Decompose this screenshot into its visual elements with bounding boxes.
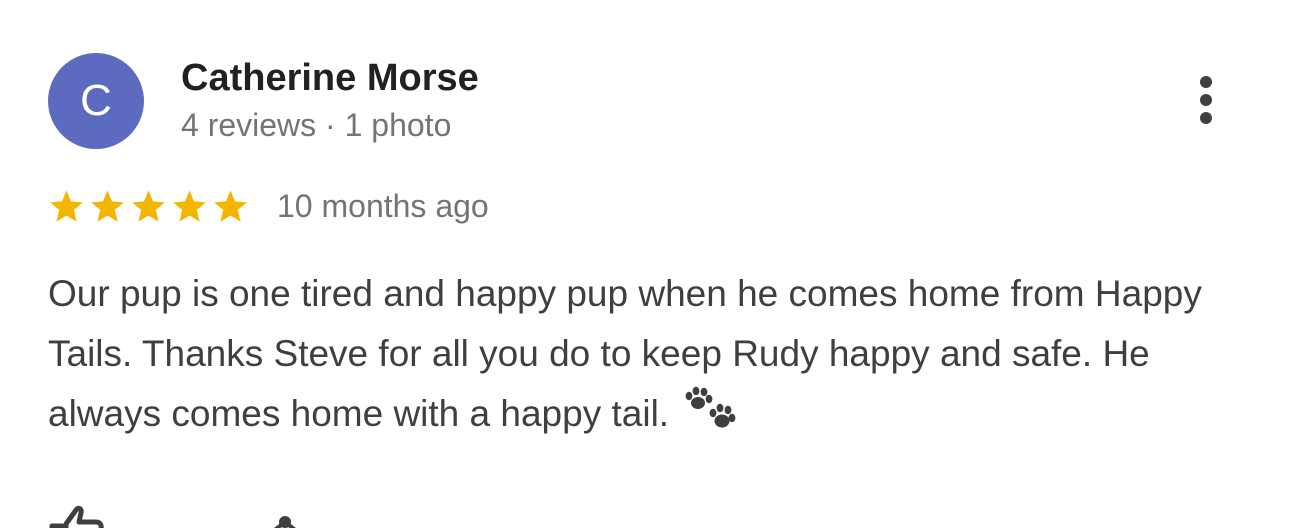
author-name[interactable]: Catherine Morse: [181, 56, 479, 100]
share-icon: [274, 516, 296, 528]
rating-row: 10 months ago: [48, 184, 489, 228]
more-options-button[interactable]: [1186, 70, 1226, 130]
like-button[interactable]: [48, 500, 108, 528]
review-text: Our pup is one tired and happy pup when …: [48, 264, 1258, 452]
more-vert-icon: [1200, 76, 1212, 124]
star-icon: [50, 189, 83, 222]
share-button[interactable]: [263, 500, 323, 528]
review-time: 10 months ago: [277, 188, 489, 224]
star-icon: [173, 189, 206, 222]
star-rating: [48, 188, 253, 225]
author-meta: 4 reviews · 1 photo: [181, 107, 452, 143]
avatar[interactable]: C: [48, 53, 144, 149]
review-actions: [48, 500, 448, 528]
star-icon: [214, 189, 247, 222]
star-icon: [132, 189, 165, 222]
avatar-initial: C: [80, 76, 112, 125]
thumb-up-icon: [49, 505, 104, 528]
paw-prints-icon: [683, 386, 739, 452]
review-body: Our pup is one tired and happy pup when …: [48, 273, 1202, 434]
star-icon: [91, 189, 124, 222]
